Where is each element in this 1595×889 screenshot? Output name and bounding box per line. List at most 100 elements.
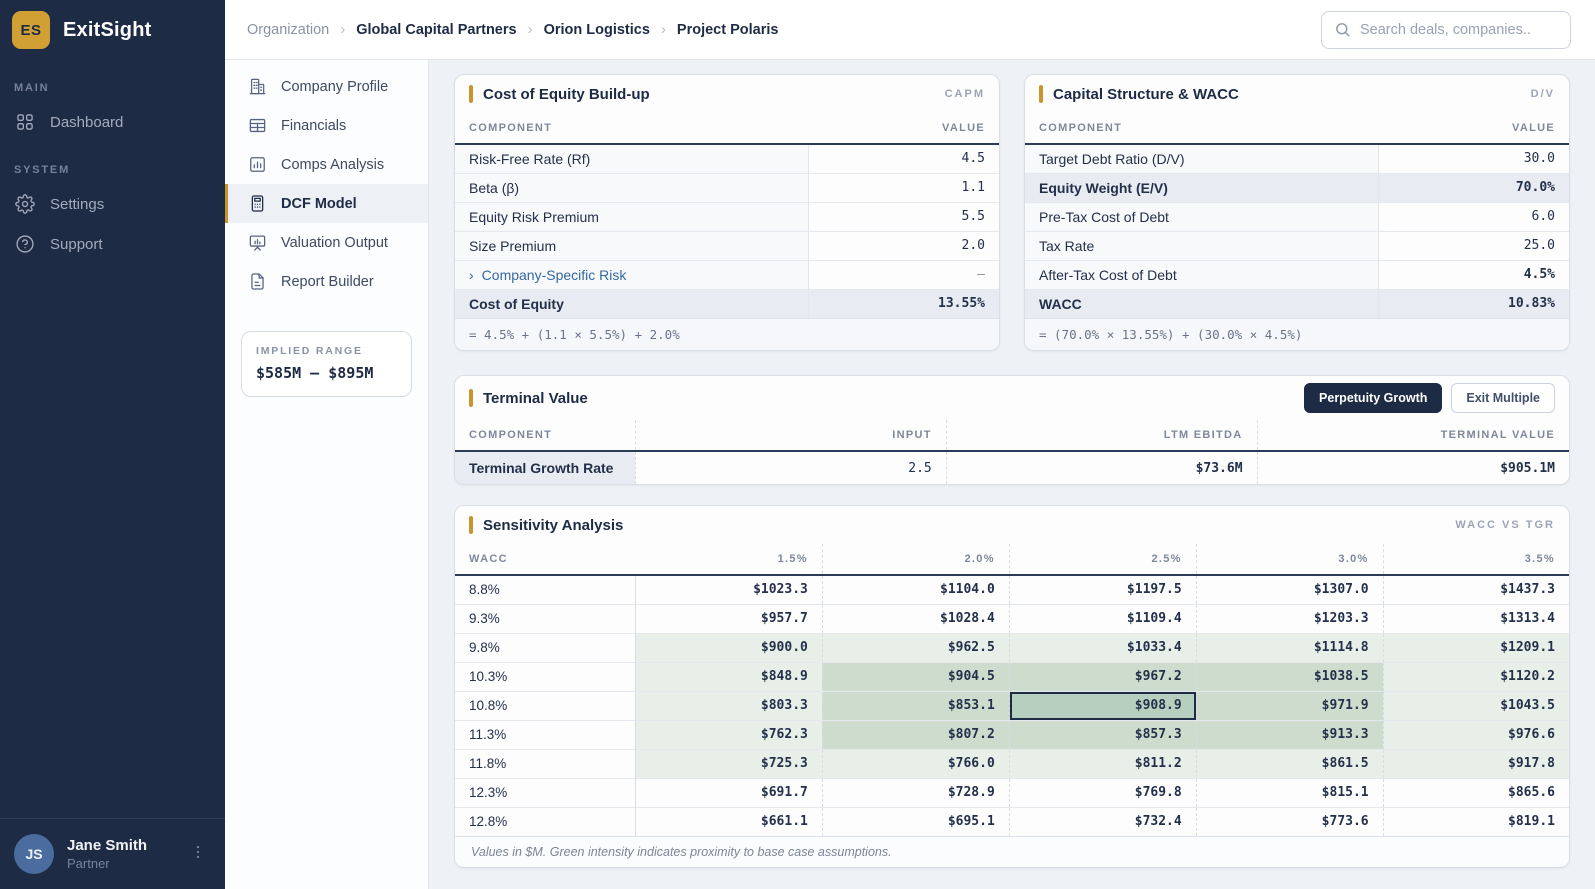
sensitivity-cell[interactable]: $728.9 xyxy=(821,777,1010,807)
sensitivity-cell[interactable]: $1313.4 xyxy=(1382,603,1569,633)
search-box[interactable] xyxy=(1321,10,1571,49)
terminal-value-card: Terminal Value Perpetuity Growth Exit Mul… xyxy=(454,375,1570,485)
sensitivity-cell[interactable]: $661.1 xyxy=(634,806,823,836)
sensitivity-cell[interactable]: $1114.8 xyxy=(1195,632,1384,662)
terminal-growth-input[interactable]: 2.5 xyxy=(634,450,947,484)
sensitivity-cell[interactable]: $861.5 xyxy=(1195,748,1384,778)
table-row: Size Premium 2.0 xyxy=(455,230,999,260)
terminal-method-toggle: Perpetuity Growth Exit Multiple xyxy=(1304,383,1555,413)
sidebar-item-dashboard[interactable]: Dashboard xyxy=(0,102,225,142)
table-row: Cost of Equity 13.55% xyxy=(455,288,999,318)
sensitivity-cell[interactable]: $967.2 xyxy=(1008,661,1197,691)
sensitivity-cell[interactable]: $732.4 xyxy=(1008,806,1197,836)
capital-structure-header: Capital Structure & WACC D/V xyxy=(1025,75,1569,113)
sensitivity-cell[interactable]: $762.3 xyxy=(634,719,823,749)
wacc-vs-tgr-tag: WACC VS TGR xyxy=(1455,519,1555,531)
breadcrumb-separator-icon: › xyxy=(527,21,533,38)
building-icon xyxy=(249,78,266,95)
sensitivity-cell[interactable]: $1023.3 xyxy=(634,574,823,604)
sensitivity-cell[interactable]: $1028.4 xyxy=(821,603,1010,633)
breadcrumb-separator-icon: › xyxy=(340,21,346,38)
sidebar-item-support[interactable]: Support xyxy=(0,224,225,264)
breadcrumb-item[interactable]: Organization xyxy=(247,22,329,38)
sidebar-item-report-builder[interactable]: Report Builder xyxy=(225,262,428,301)
implied-range-value: $585M — $895M xyxy=(256,364,374,382)
breadcrumb-item[interactable]: Orion Logistics xyxy=(544,22,650,38)
row-value[interactable]: — xyxy=(808,259,999,289)
sensitivity-cell[interactable]: $1209.1 xyxy=(1382,632,1569,662)
breadcrumb-item[interactable]: Project Polaris xyxy=(677,22,779,38)
terminal-value-header: Terminal Value Perpetuity Growth Exit Mul… xyxy=(455,376,1569,420)
sensitivity-cell[interactable]: $695.1 xyxy=(821,806,1010,836)
sensitivity-row: 9.3% $957.7 $1028.4 $1109.4 $1203.3 $1313.4 xyxy=(455,603,1569,633)
sensitivity-cell[interactable]: $1437.3 xyxy=(1382,574,1569,604)
sensitivity-cell[interactable]: $1033.4 xyxy=(1008,632,1197,662)
row-value[interactable]: 2.0 xyxy=(808,230,999,260)
tgr-column-header: 3.5% xyxy=(1382,544,1569,576)
row-value[interactable]: 5.5 xyxy=(808,201,999,231)
sensitivity-cell[interactable]: $769.8 xyxy=(1008,777,1197,807)
table-row: › Company-Specific Risk — xyxy=(455,259,999,289)
document-icon xyxy=(251,273,264,290)
sensitivity-cell[interactable]: $1203.3 xyxy=(1195,603,1384,633)
toggle-exit-multiple[interactable]: Exit Multiple xyxy=(1451,383,1555,413)
sensitivity-cell[interactable]: $811.2 xyxy=(1008,748,1197,778)
tgr-column-header: 1.5% xyxy=(635,544,823,576)
user-role: Partner xyxy=(67,856,110,871)
sensitivity-cell[interactable]: $819.1 xyxy=(1382,806,1569,836)
sensitivity-cell[interactable]: $1043.5 xyxy=(1382,690,1569,720)
row-value[interactable]: 1.1 xyxy=(808,172,999,202)
sensitivity-cell[interactable]: $725.3 xyxy=(634,748,823,778)
sensitivity-cell[interactable]: $807.2 xyxy=(821,719,1010,749)
sensitivity-cell[interactable]: $815.1 xyxy=(1195,777,1384,807)
sensitivity-cell[interactable]: $803.3 xyxy=(634,690,823,720)
sensitivity-cell[interactable]: $766.0 xyxy=(821,748,1010,778)
sensitivity-cell[interactable]: $1120.2 xyxy=(1382,661,1569,691)
sensitivity-cell[interactable]: $1307.0 xyxy=(1195,574,1384,604)
kebab-menu-icon[interactable] xyxy=(185,839,211,870)
table-row: Pre-Tax Cost of Debt 6.0 xyxy=(1025,201,1569,231)
row-value[interactable]: 6.0 xyxy=(1378,201,1569,231)
sensitivity-cell[interactable]: $853.1 xyxy=(821,690,1010,720)
sensitivity-cell[interactable]: $957.7 xyxy=(634,603,823,633)
toggle-perpetuity-growth[interactable]: Perpetuity Growth xyxy=(1304,383,1443,413)
sensitivity-cell[interactable]: $1197.5 xyxy=(1008,574,1197,604)
sidebar-item-company-profile[interactable]: Company Profile xyxy=(225,67,428,106)
sensitivity-cell[interactable]: $900.0 xyxy=(634,632,823,662)
sensitivity-cell[interactable]: $691.7 xyxy=(634,777,823,807)
row-value[interactable]: 4.5 xyxy=(808,143,999,173)
sensitivity-row: 11.8% $725.3 $766.0 $811.2 $861.5 $917.8 xyxy=(455,748,1569,778)
sensitivity-cell[interactable]: $773.6 xyxy=(1195,806,1384,836)
sensitivity-cell[interactable]: $1104.0 xyxy=(821,574,1010,604)
wacc-row-header: 9.3% xyxy=(455,603,636,633)
sensitivity-cell[interactable]: $971.9 xyxy=(1195,690,1384,720)
table-header-row: COMPONENT VALUE xyxy=(1025,113,1569,145)
sensitivity-cell[interactable]: $904.5 xyxy=(821,661,1010,691)
sidebar-item-financials[interactable]: Financials xyxy=(225,106,428,145)
sensitivity-cell[interactable]: $848.9 xyxy=(634,661,823,691)
expandable-row-label[interactable]: Company-Specific Risk xyxy=(482,267,627,283)
sensitivity-cell[interactable]: $962.5 xyxy=(821,632,1010,662)
sensitivity-cell[interactable]: $1038.5 xyxy=(1195,661,1384,691)
table-header-row: WACC 1.5% 2.0% 2.5% 3.0% 3.5% xyxy=(455,544,1569,576)
sidebar-item-dcf-model[interactable]: DCF Model xyxy=(225,184,428,223)
sensitivity-cell[interactable]: $865.6 xyxy=(1382,777,1569,807)
breadcrumb-item[interactable]: Global Capital Partners xyxy=(356,22,516,38)
row-value[interactable]: 25.0 xyxy=(1378,230,1569,260)
table-icon xyxy=(249,118,266,133)
row-label: Cost of Equity xyxy=(455,288,809,318)
row-value[interactable]: 30.0 xyxy=(1378,143,1569,173)
wacc-formula: = (70.0% × 13.55%) + (30.0% × 4.5%) xyxy=(1025,318,1569,350)
sensitivity-cell[interactable]: $857.3 xyxy=(1008,719,1197,749)
sensitivity-cell[interactable]: $917.8 xyxy=(1382,748,1569,778)
sensitivity-cell[interactable]: $913.3 xyxy=(1195,719,1384,749)
sensitivity-cell[interactable]: $976.6 xyxy=(1382,719,1569,749)
wacc-row-header: 11.3% xyxy=(455,719,636,749)
nav-section-label: MAIN xyxy=(14,82,50,94)
sidebar-item-comps-analysis[interactable]: Comps Analysis xyxy=(225,145,428,184)
sidebar-item-valuation-output[interactable]: Valuation Output xyxy=(225,223,428,262)
sensitivity-cell-selected[interactable]: $908.9 xyxy=(1008,690,1197,720)
search-input[interactable] xyxy=(1360,21,1558,38)
sidebar-item-settings[interactable]: Settings xyxy=(0,184,225,224)
sensitivity-cell[interactable]: $1109.4 xyxy=(1008,603,1197,633)
